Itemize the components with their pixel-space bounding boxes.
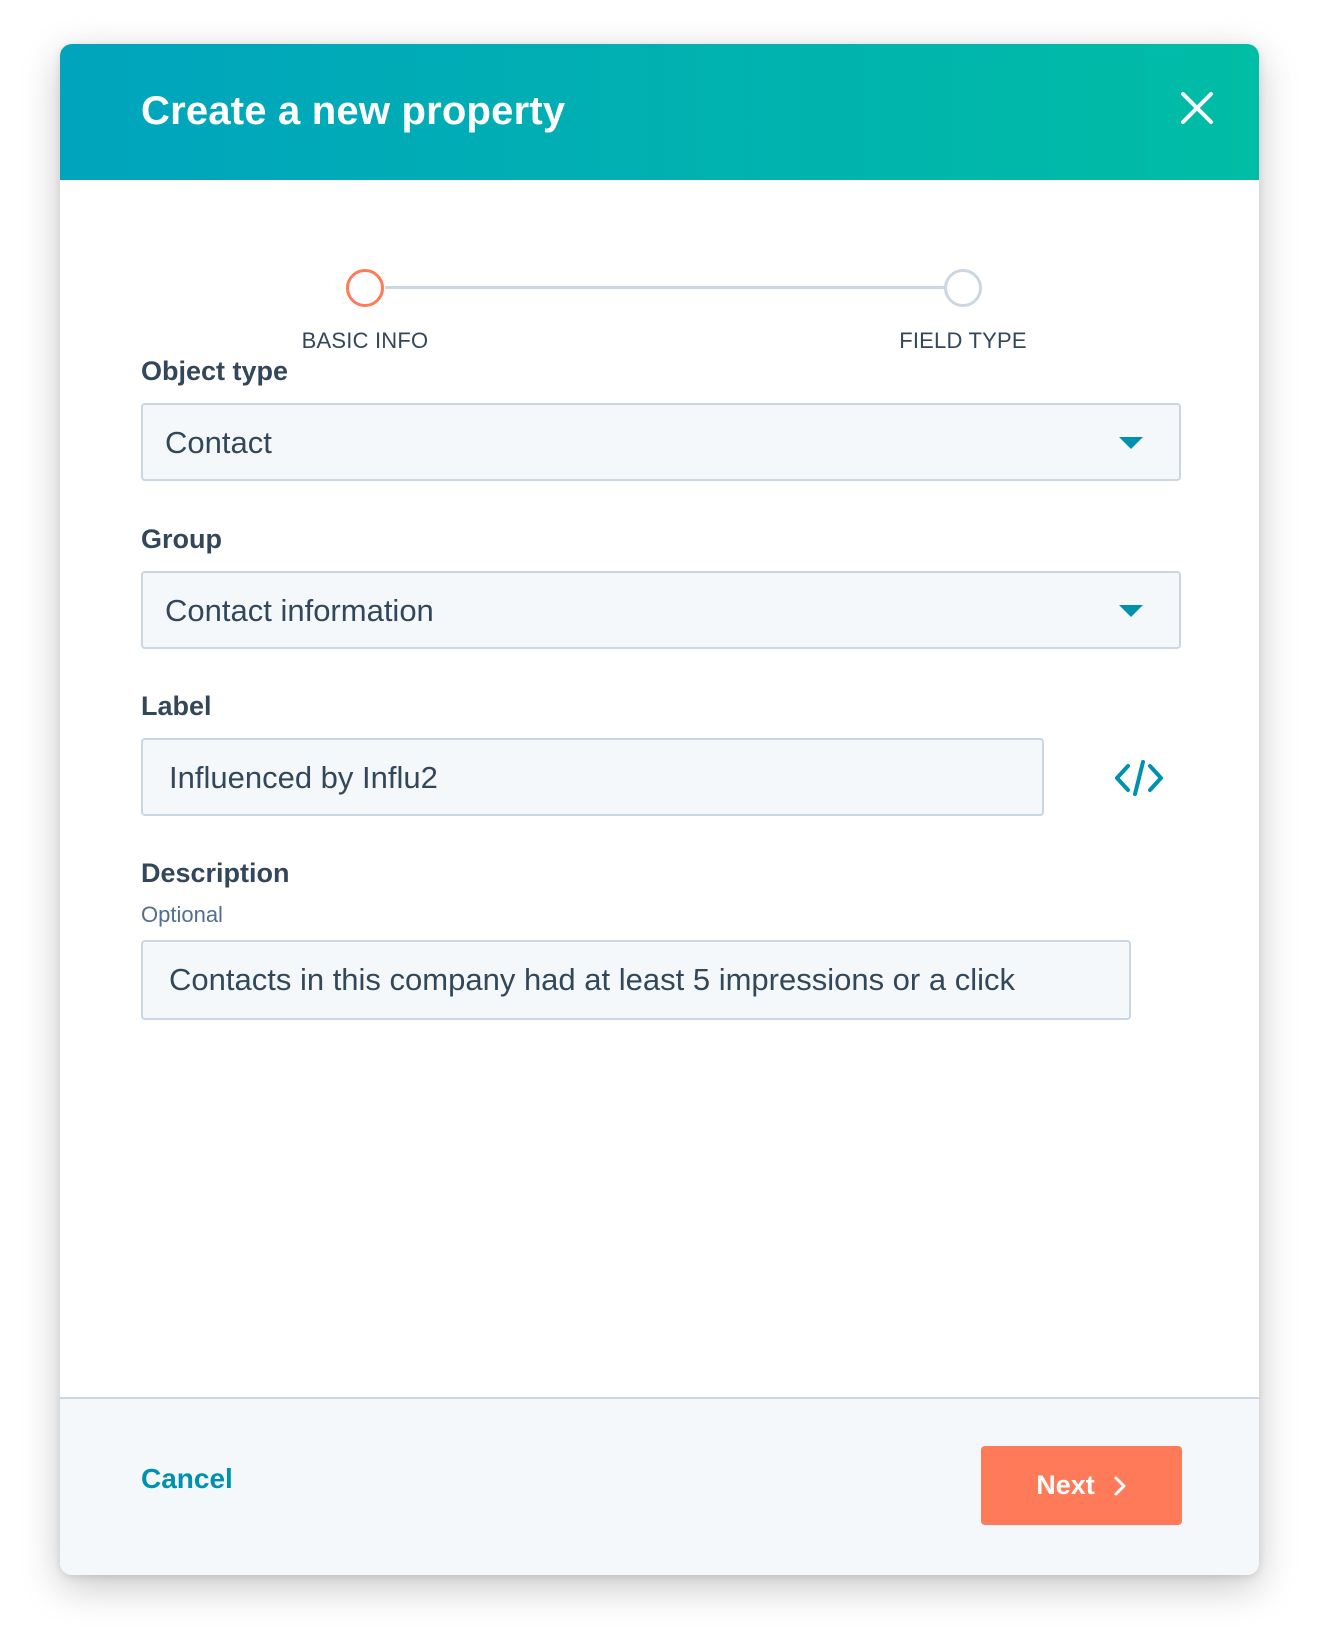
description-optional-hint: Optional	[141, 902, 223, 927]
create-property-dialog: Create a new property BASIC INFO FIELD T…	[60, 44, 1259, 1575]
group-select[interactable]: Contact information	[141, 571, 1181, 649]
step-label-basic-info: BASIC INFO	[301, 328, 429, 353]
cancel-button[interactable]: Cancel	[141, 1463, 233, 1495]
description-label: Description	[141, 858, 290, 888]
group-value: Contact information	[165, 593, 434, 628]
stepper-line	[385, 286, 960, 289]
dialog-title: Create a new property	[141, 89, 566, 133]
group-label: Group	[141, 524, 222, 554]
chevron-down-icon	[1119, 605, 1143, 617]
close-icon	[1181, 92, 1213, 124]
step-dot-basic-info	[346, 269, 384, 307]
object-type-value: Contact	[165, 425, 272, 460]
description-input-value: Contacts in this company had at least 5 …	[169, 962, 1015, 997]
close-button[interactable]	[1177, 88, 1217, 128]
chevron-right-icon	[1114, 1476, 1126, 1495]
dialog-header: Create a new property	[60, 44, 1259, 180]
next-button-label: Next	[1036, 1470, 1095, 1500]
object-type-select[interactable]: Contact	[141, 403, 1181, 481]
chevron-down-icon	[1119, 437, 1143, 449]
code-icon[interactable]	[1114, 758, 1164, 798]
progress-stepper: BASIC INFO FIELD TYPE	[60, 180, 1259, 353]
description-input[interactable]: Contacts in this company had at least 5 …	[141, 940, 1131, 1020]
label-field-label: Label	[141, 691, 212, 721]
dialog-footer: Cancel Next	[60, 1397, 1259, 1575]
label-input-value: Influenced by Influ2	[169, 760, 438, 795]
step-label-field-type: FIELD TYPE	[899, 328, 1027, 353]
object-type-label: Object type	[141, 356, 289, 386]
next-button[interactable]: Next	[981, 1446, 1182, 1525]
step-dot-field-type	[944, 269, 982, 307]
label-input[interactable]: Influenced by Influ2	[141, 738, 1044, 816]
code-icon-svg	[1115, 760, 1163, 796]
